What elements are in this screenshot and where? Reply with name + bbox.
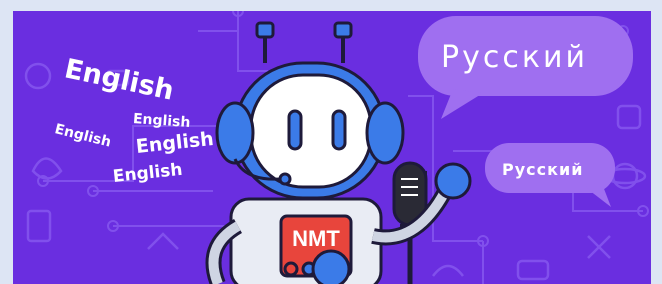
russian-word-small: Русский [502,160,584,179]
russian-word-large: Русский [441,40,588,75]
robot-chest-label: NMT [292,226,340,251]
nmt-robot-banner: English English English English English … [13,11,651,284]
page-frame: English English English English English … [0,0,662,284]
